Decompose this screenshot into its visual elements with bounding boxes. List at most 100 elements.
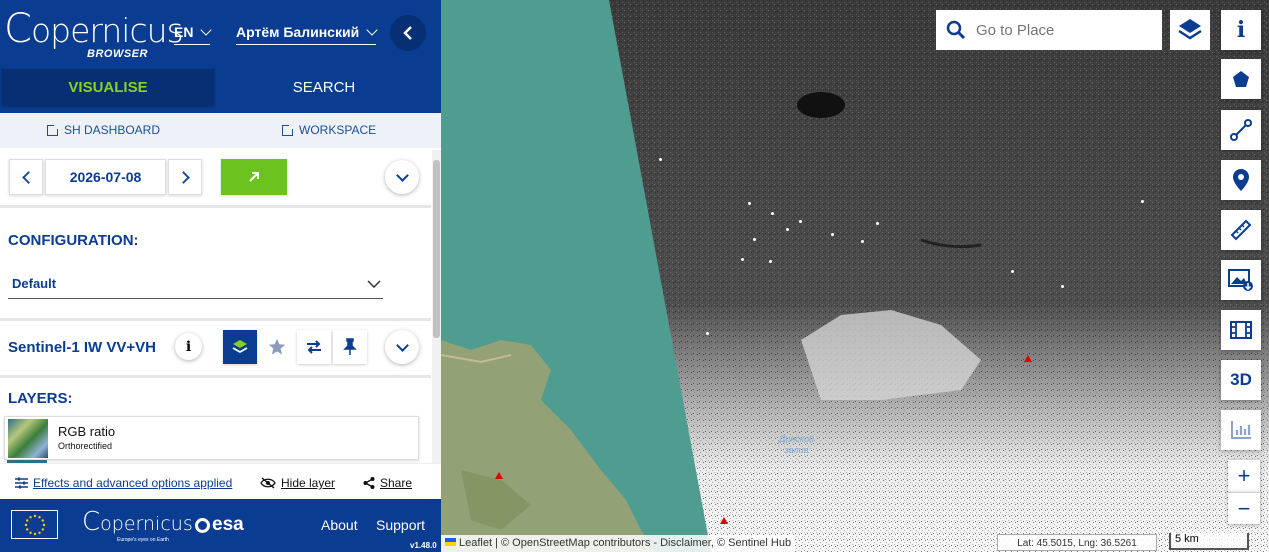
layer-thumbnail <box>8 419 48 458</box>
version-label: v1.48.0 <box>410 541 437 550</box>
chevron-down-icon <box>395 338 409 352</box>
ship-reflection <box>786 228 789 231</box>
copernicus-logo: Copernicus Europe's eyes on Earth <box>82 507 193 543</box>
configuration-select[interactable]: Default <box>8 270 383 299</box>
chevron-left-icon <box>21 170 35 184</box>
download-image-button[interactable] <box>1221 260 1261 300</box>
ruler-icon <box>1230 219 1252 241</box>
info-button[interactable]: i <box>175 333 202 360</box>
timelapse-button[interactable] <box>1221 310 1261 350</box>
prev-date-button[interactable] <box>9 159 43 195</box>
collection-bar: Sentinel-1 IW VV+VH i <box>0 318 431 378</box>
pin-icon <box>343 338 357 355</box>
expand-date-button[interactable] <box>385 160 419 194</box>
zoom-in-button[interactable]: + <box>1228 460 1260 492</box>
about-link[interactable]: About <box>321 517 358 533</box>
chevron-down-icon <box>367 280 381 288</box>
eye-slash-icon <box>260 477 276 489</box>
map-attribution: Leaflet | © OpenStreetMap contributors -… <box>441 535 796 552</box>
eu-stars-icon <box>24 514 45 535</box>
map-view[interactable]: Динской залив i 3D + − Leaflet | © OpenS… <box>441 0 1269 552</box>
ship-reflection <box>1061 285 1064 288</box>
film-icon <box>1230 321 1252 339</box>
measure-button[interactable] <box>1221 210 1261 250</box>
collection-name: Sentinel-1 IW VV+VH <box>8 339 156 356</box>
chevron-right-icon <box>176 170 190 184</box>
sh-dashboard-link[interactable]: SH DASHBOARD <box>47 123 160 137</box>
image-download-icon <box>1228 269 1253 291</box>
plus-icon: + <box>1237 463 1251 488</box>
tab-search[interactable]: SEARCH <box>214 69 434 105</box>
map-imagery <box>441 0 1269 552</box>
effects-link[interactable]: Effects and advanced options applied <box>15 476 232 490</box>
share-icon <box>363 477 375 489</box>
external-link-icon <box>47 123 59 136</box>
sidebar-scrollbar[interactable] <box>432 150 441 499</box>
quick-links: SH DASHBOARD WORKSPACE <box>0 113 441 148</box>
ship-reflection <box>861 240 864 243</box>
next-date-button[interactable] <box>168 159 202 195</box>
draw-line-button[interactable] <box>1221 110 1261 150</box>
ship-reflection <box>1011 270 1014 273</box>
copernicus-browser-logo[interactable]: Copernicus BROWSER <box>4 6 184 60</box>
place-label: Динской залив <box>779 434 815 455</box>
base-layers-button[interactable] <box>1170 10 1210 50</box>
ship-reflection <box>769 260 772 263</box>
layers-icon <box>1178 19 1202 40</box>
bar-chart-icon <box>1231 421 1251 439</box>
layers-icon <box>232 340 248 354</box>
workspace-link[interactable]: WORKSPACE <box>282 123 376 137</box>
esa-circle-icon <box>195 517 210 533</box>
tab-visualise[interactable]: VISUALISE <box>2 69 214 105</box>
external-link-icon <box>282 123 294 136</box>
search-input[interactable] <box>976 21 1146 39</box>
configuration-title: CONFIGURATION: <box>8 232 139 249</box>
share-button[interactable]: Share <box>363 476 412 490</box>
chevron-down-icon <box>366 24 378 36</box>
chevron-down-icon <box>395 168 409 182</box>
chevron-down-icon <box>200 24 213 36</box>
3d-view-button[interactable]: 3D <box>1221 360 1261 400</box>
compare-button[interactable] <box>297 330 331 364</box>
sidebar-footer: Copernicus Europe's eyes on Earth esa Ab… <box>0 499 441 552</box>
layers-toggle-button[interactable] <box>223 330 257 364</box>
ship-reflection <box>1141 200 1144 203</box>
marker-triangle <box>720 517 728 524</box>
layer-subtitle: Orthorectified <box>58 441 113 451</box>
pin-button[interactable] <box>333 330 367 364</box>
visualise-date-button[interactable] <box>221 159 287 195</box>
eu-flag-logo <box>11 510 58 539</box>
layer-name: RGB ratio <box>58 424 116 439</box>
hide-layer-button[interactable]: Hide layer <box>260 476 335 490</box>
language-select[interactable]: EN <box>174 24 213 45</box>
collapse-sidebar-button[interactable] <box>390 15 426 51</box>
arrow-up-right-icon <box>249 172 259 182</box>
date-input[interactable]: 2026-07-08 <box>45 159 166 195</box>
layer-item-rgb-ratio[interactable]: RGB ratio Orthorectified <box>4 416 419 460</box>
ship-reflection <box>876 222 879 225</box>
sidebar-header: Copernicus BROWSER EN Артём Балинский VI… <box>0 0 441 113</box>
coordinates-readout: Lat: 45.5015, Lng: 36.5261 <box>997 534 1157 551</box>
info-button[interactable]: i <box>1221 10 1261 50</box>
info-icon: i <box>1236 17 1246 43</box>
favorite-button[interactable] <box>260 330 294 364</box>
expand-collection-button[interactable] <box>385 330 419 364</box>
user-menu[interactable]: Артём Балинский <box>236 24 378 45</box>
date-bar: 2026-07-08 <box>0 150 431 208</box>
scrollbar-thumb[interactable] <box>433 160 440 338</box>
ukraine-flag-icon <box>445 538 456 546</box>
sliders-icon <box>15 477 28 489</box>
search-icon <box>946 20 966 40</box>
statistics-button[interactable] <box>1221 410 1261 450</box>
marker-triangle <box>495 472 503 479</box>
support-link[interactable]: Support <box>376 517 425 533</box>
pentagon-icon <box>1233 71 1249 87</box>
ship-reflection <box>741 258 744 261</box>
draw-polygon-button[interactable] <box>1221 59 1261 99</box>
ship-reflection <box>771 212 774 215</box>
line-icon <box>1230 119 1252 141</box>
go-to-place-search[interactable] <box>936 10 1162 50</box>
add-marker-button[interactable] <box>1221 160 1261 200</box>
sidebar: Copernicus BROWSER EN Артём Балинский VI… <box>0 0 441 552</box>
zoom-out-button[interactable]: − <box>1228 492 1260 524</box>
